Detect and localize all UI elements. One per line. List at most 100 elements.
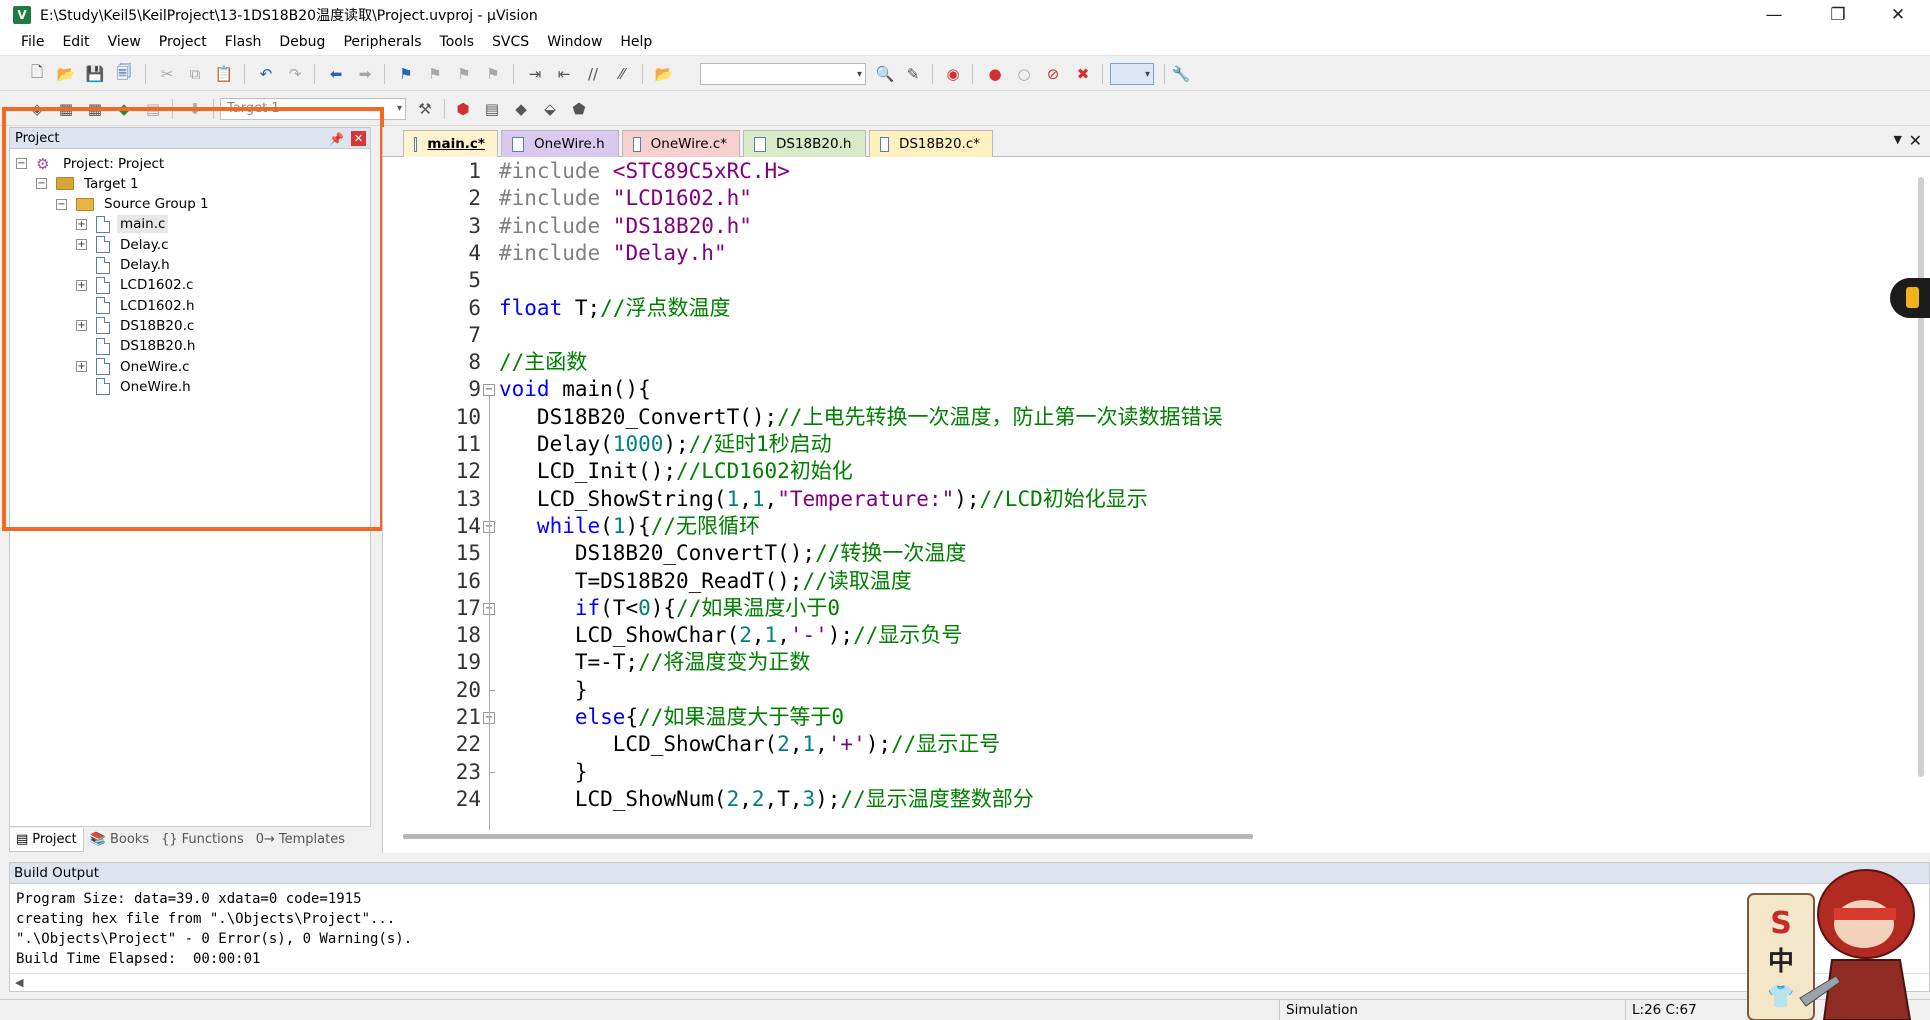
collapse-icon[interactable]: − <box>16 158 27 169</box>
tab-project[interactable]: ▤ Project <box>9 828 84 852</box>
enable-breakpoint-icon[interactable]: ○ <box>1013 63 1035 85</box>
open-file-icon[interactable]: 📂 <box>55 63 77 85</box>
paste-icon[interactable]: 📋 <box>213 63 235 85</box>
manage-rte-icon[interactable]: ⬟ <box>568 98 590 120</box>
line-number: 23 <box>455 759 481 784</box>
close-window-button[interactable]: ✕ <box>1868 0 1928 29</box>
tab-templates[interactable]: 0→ Templates <box>250 828 351 852</box>
fold-guide-line <box>489 396 490 830</box>
close-panel-icon[interactable]: ✕ <box>351 131 366 146</box>
window-layout-button[interactable]: ▾ <box>1110 63 1154 85</box>
menu-flash[interactable]: Flash <box>216 29 271 56</box>
menu-tools[interactable]: Tools <box>431 29 484 56</box>
line-number: 20 <box>455 677 481 702</box>
bookmark-clear-icon[interactable]: ⚑ <box>482 63 504 85</box>
menu-window[interactable]: Window <box>538 29 611 56</box>
find-combo[interactable]: ▾ <box>700 63 866 85</box>
mascot-sticker: S 中 👕 <box>1747 869 1915 1020</box>
navigate-forward-icon[interactable]: ➡ <box>354 63 376 85</box>
expand-icon[interactable]: + <box>76 279 87 291</box>
side-widget-button[interactable] <box>1890 278 1930 318</box>
menu-help[interactable]: Help <box>611 29 661 56</box>
horizontal-scrollbar[interactable] <box>403 834 1253 839</box>
tree-item-onewire-h[interactable]: OneWire.h <box>96 375 194 398</box>
insert-breakpoint-icon[interactable]: ● <box>984 63 1006 85</box>
build-output-scrollbar[interactable]: ◀ <box>10 973 1929 991</box>
translate-icon[interactable]: ◈ <box>26 98 48 120</box>
menu-project[interactable]: Project <box>150 29 216 56</box>
file-icon <box>96 297 110 315</box>
tab-main-c[interactable]: main.c* <box>403 130 498 157</box>
manage-project-items-icon[interactable]: ⬢ <box>452 98 474 120</box>
close-tab-icon[interactable]: ✕ <box>1909 131 1922 150</box>
fold-icon[interactable]: − <box>483 384 495 397</box>
save-all-icon[interactable]: 🗐 <box>113 63 135 85</box>
line-number: 18 <box>455 623 481 648</box>
manage-components-icon[interactable]: ▤ <box>481 98 503 120</box>
tab-list-dropdown-icon[interactable]: ▼ <box>1894 133 1902 146</box>
expand-icon[interactable]: + <box>76 239 87 251</box>
line-number: 9 <box>468 377 481 402</box>
menu-debug[interactable]: Debug <box>270 29 334 56</box>
line-number: 24 <box>455 786 481 811</box>
new-file-icon[interactable]: 🗋 <box>26 63 48 85</box>
target-options-icon[interactable]: ⚒ <box>414 98 436 120</box>
rebuild-icon[interactable]: ▦ <box>84 98 106 120</box>
kill-breakpoints-icon[interactable]: ✖ <box>1072 63 1094 85</box>
line-number: 15 <box>455 541 481 566</box>
vertical-scrollbar[interactable] <box>1918 177 1924 777</box>
code-editor[interactable]: 1 #include <STC89C5xRC.H> 2 #include "LCD16… <box>383 158 1930 830</box>
comment-icon[interactable]: // <box>582 63 604 85</box>
menu-file[interactable]: File <box>12 29 53 56</box>
tab-onewire-c[interactable]: OneWire.c* <box>622 130 740 157</box>
unindent-icon[interactable]: ⇤ <box>553 63 575 85</box>
cut-icon[interactable]: ✂ <box>156 63 178 85</box>
find-in-files-icon[interactable]: 📂 <box>653 63 675 85</box>
file-icon <box>96 337 110 355</box>
bookmark-previous-icon[interactable]: ⚑ <box>424 63 446 85</box>
expand-icon[interactable]: + <box>76 218 87 230</box>
select-packs-icon[interactable]: ◆ <box>510 98 532 120</box>
configure-icon[interactable]: 🔧 <box>1170 63 1192 85</box>
collapse-icon[interactable]: − <box>36 178 47 190</box>
build-icon[interactable]: ▦ <box>55 98 77 120</box>
mascot-face <box>1834 900 1894 948</box>
expand-icon[interactable]: + <box>76 361 87 372</box>
target-select[interactable]: Target 1 ▾ <box>220 98 406 120</box>
batch-build-icon[interactable]: ◆ <box>113 98 135 120</box>
menu-edit[interactable]: Edit <box>53 29 98 56</box>
navigate-back-icon[interactable]: ⬅ <box>325 63 347 85</box>
expand-icon[interactable]: + <box>76 320 87 332</box>
pin-icon[interactable]: 📌 <box>329 129 344 150</box>
collapse-icon[interactable]: − <box>56 198 67 210</box>
find-icon[interactable]: 🔍 <box>874 63 896 85</box>
menu-view[interactable]: View <box>99 29 150 56</box>
tab-onewire-h[interactable]: OneWire.h <box>501 130 619 157</box>
minimize-button[interactable]: — <box>1744 0 1804 29</box>
file-icon <box>96 378 110 396</box>
menu-peripherals[interactable]: Peripherals <box>334 29 430 56</box>
redo-icon[interactable]: ↷ <box>284 63 306 85</box>
tab-ds18b20-h[interactable]: DS18B20.h <box>743 130 866 157</box>
tab-functions[interactable]: {} Functions <box>155 828 250 852</box>
tab-books[interactable]: 📚 Books <box>84 828 155 852</box>
pack-installer-icon[interactable]: ⬙ <box>539 98 561 120</box>
copy-icon[interactable]: ⧉ <box>184 63 206 85</box>
stop-build-icon[interactable]: ▤ <box>142 98 164 120</box>
undo-icon[interactable]: ↶ <box>255 63 277 85</box>
restore-button[interactable]: ❐ <box>1808 0 1868 29</box>
save-icon[interactable]: 💾 <box>84 63 106 85</box>
bookmark-toggle-icon[interactable]: ⚑ <box>395 63 417 85</box>
file-icon <box>512 136 524 152</box>
download-icon[interactable]: ⬇ <box>184 98 206 120</box>
indent-icon[interactable]: ⇥ <box>524 63 546 85</box>
start-debug-icon[interactable]: ◉ <box>942 63 964 85</box>
menu-svcs[interactable]: SVCS <box>483 29 538 56</box>
build-output-line: Build Time Elapsed: 00:00:01 <box>16 951 261 967</box>
tab-ds18b20-c[interactable]: DS18B20.c* <box>869 130 993 157</box>
ime-logo-zhong: 中 <box>1768 947 1794 977</box>
bookmark-next-icon[interactable]: ⚑ <box>453 63 475 85</box>
incremental-find-icon[interactable]: ✎ <box>902 63 924 85</box>
disable-breakpoints-icon[interactable]: ⊘ <box>1042 63 1064 85</box>
uncomment-icon[interactable]: ⁄⁄ <box>611 63 633 85</box>
